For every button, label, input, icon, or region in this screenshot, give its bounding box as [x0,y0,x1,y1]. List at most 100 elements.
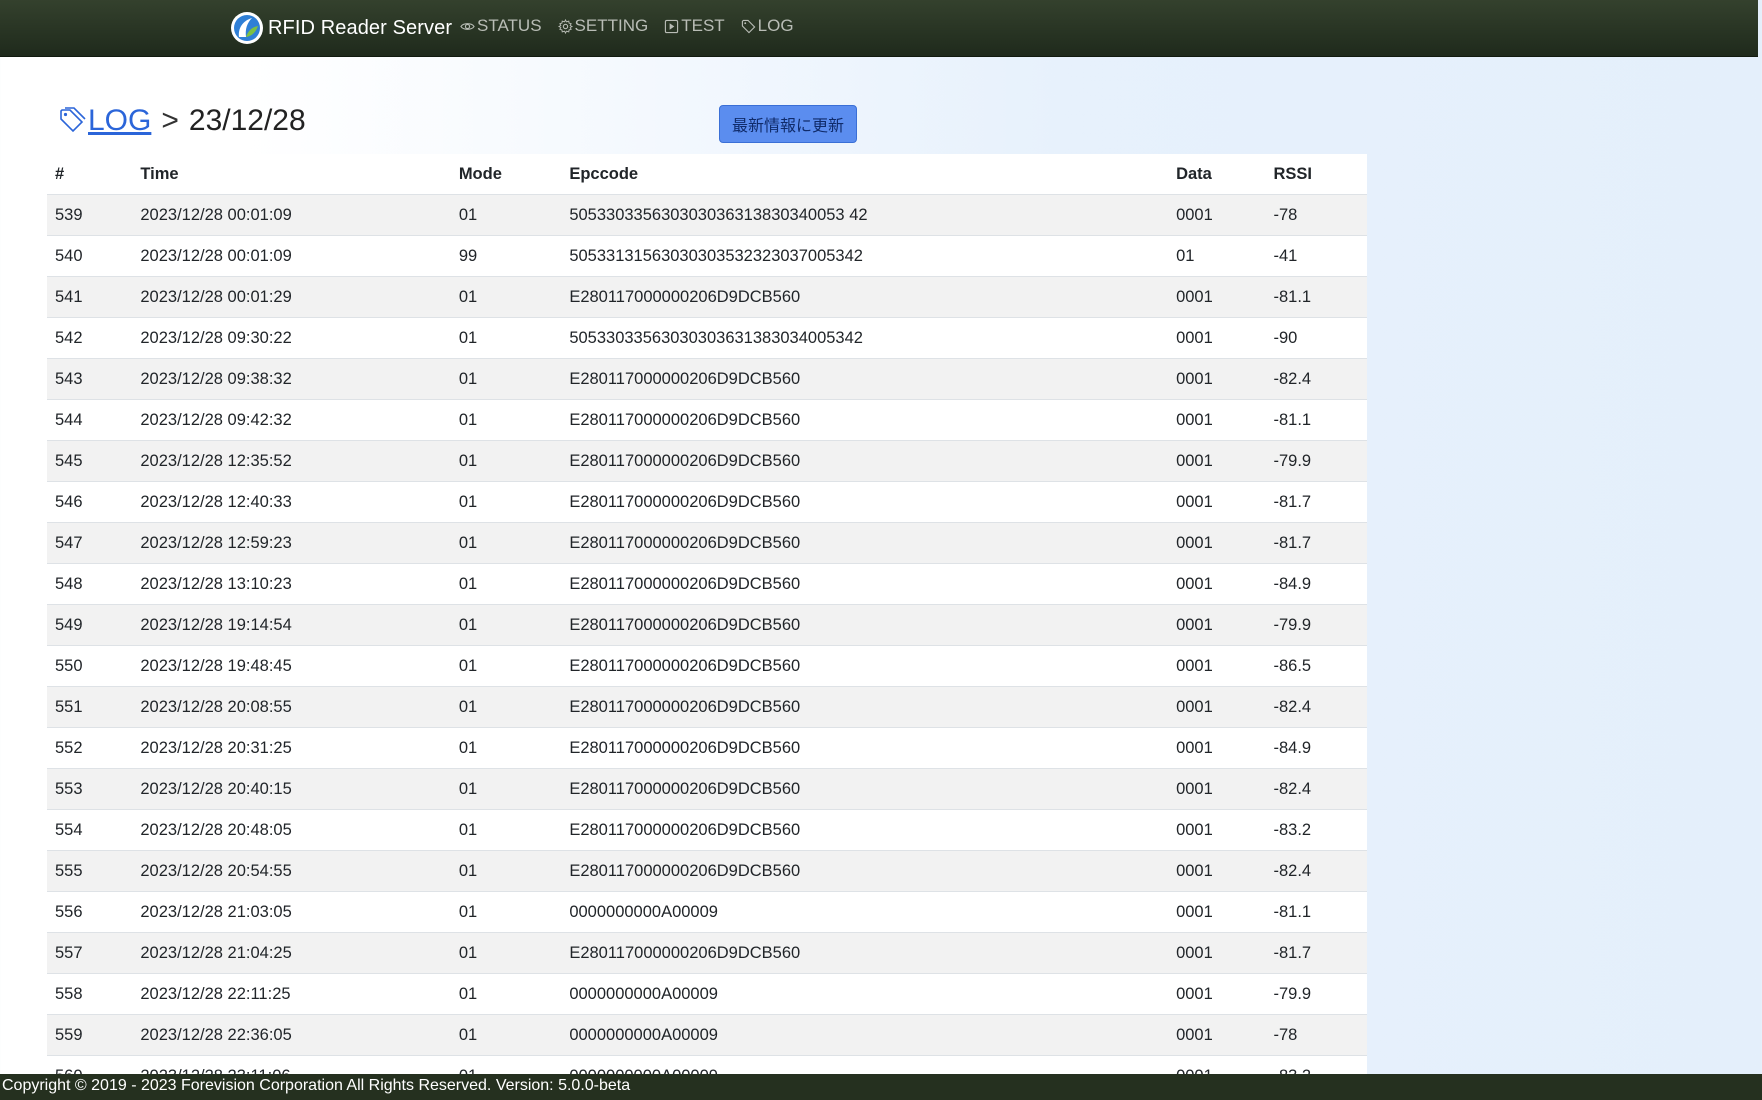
cell-mode: 01 [450,768,562,810]
nav-setting-label: SETTING [574,16,649,35]
cell-mode: 01 [450,604,562,646]
cell-rssi: -79.9 [1265,440,1367,482]
cell-time: 2023/12/28 21:04:25 [132,932,451,974]
cell-mode: 01 [450,440,562,482]
col-header-epccode: Epccode [561,154,1169,195]
cell-rssi: -83.2 [1265,809,1367,851]
cell-data: 01 [1168,235,1266,277]
cell-rssi: -84.9 [1265,727,1367,769]
cell-epccode: E280117000000206D9DCB560 [561,522,1169,564]
nav-test-label: TEST [681,16,725,35]
cell-epccode: E280117000000206D9DCB560 [561,563,1169,605]
table-row: 553 2023/12/28 20:40:15 01 E280117000000206… [47,768,1367,810]
cell-data: 0001 [1168,481,1266,523]
cell-mode: 01 [450,809,562,851]
nav-status-label: STATUS [477,16,542,35]
nav-log[interactable]: LOG [741,16,794,36]
cell-epccode: E280117000000206D9DCB560 [561,604,1169,646]
cell-epccode: 0000000000A00009 [561,973,1169,1015]
table-header-row: # Time Mode Epccode Data RSSI [47,154,1367,195]
cell-epccode: E280117000000206D9DCB560 [561,686,1169,728]
cell-rssi: -78 [1265,1014,1367,1056]
cell-time: 2023/12/28 20:40:15 [132,768,451,810]
table-row: 552 2023/12/28 20:31:25 01 E280117000000206… [47,727,1367,769]
cell-data: 0001 [1168,645,1266,687]
nav-setting[interactable]: SETTING [557,16,649,36]
cell-time: 2023/12/28 22:11:25 [132,973,451,1015]
brand-logo-icon [231,12,263,44]
cell-mode: 01 [450,727,562,769]
cell-mode: 01 [450,891,562,933]
table-row: 556 2023/12/28 21:03:05 01 0000000000A00009… [47,891,1367,933]
table-row: 541 2023/12/28 00:01:29 01 E280117000000206… [47,276,1367,318]
brand[interactable]: RFID Reader Server [230,11,452,45]
cell-mode: 01 [450,686,562,728]
cell-mode: 99 [450,235,562,277]
cell-data: 0001 [1168,809,1266,851]
table-row: 557 2023/12/28 21:04:25 01 E280117000000206… [47,932,1367,974]
cell-rssi: -78 [1265,194,1367,236]
cell-epccode: E280117000000206D9DCB560 [561,358,1169,400]
table-row: 550 2023/12/28 19:48:45 01 E280117000000206… [47,645,1367,687]
table-row: 543 2023/12/28 09:38:32 01 E280117000000206… [47,358,1367,400]
cell-time: 2023/12/28 20:08:55 [132,686,451,728]
cell-time: 2023/12/28 00:01:09 [132,235,451,277]
breadcrumb-log-link[interactable]: LOG [88,104,151,138]
nav-status[interactable]: STATUS [460,16,542,36]
cell-number: 552 [47,727,133,769]
cell-epccode: E280117000000206D9DCB560 [561,399,1169,441]
cell-data: 0001 [1168,1014,1266,1056]
table-row: 547 2023/12/28 12:59:23 01 E280117000000206… [47,522,1367,564]
cell-mode: 01 [450,973,562,1015]
col-header-mode: Mode [450,154,562,195]
cell-mode: 01 [450,317,562,359]
cell-time: 2023/12/28 13:10:23 [132,563,451,605]
cell-time: 2023/12/28 20:48:05 [132,809,451,851]
cell-time: 2023/12/28 09:30:22 [132,317,451,359]
cell-number: 558 [47,973,133,1015]
play-icon [665,19,679,33]
cell-rssi: -41 [1265,235,1367,277]
cell-mode: 01 [450,358,562,400]
cell-time: 2023/12/28 00:01:29 [132,276,451,318]
cell-rssi: -82.4 [1265,768,1367,810]
cell-data: 0001 [1168,358,1266,400]
cell-number: 557 [47,932,133,974]
table-row: 555 2023/12/28 20:54:55 01 E280117000000206… [47,850,1367,892]
cell-epccode: E280117000000206D9DCB560 [561,932,1169,974]
cell-data: 0001 [1168,604,1266,646]
log-table-body: 539 2023/12/28 00:01:09 01 5053303356303030… [47,194,1367,1097]
brand-name: RFID Reader Server [268,16,453,39]
cell-rssi: -81.7 [1265,522,1367,564]
cell-number: 540 [47,235,133,277]
table-row: 542 2023/12/28 09:30:22 01 5053303356303030… [47,317,1367,359]
cell-number: 559 [47,1014,133,1056]
cell-time: 2023/12/28 12:40:33 [132,481,451,523]
cell-number: 542 [47,317,133,359]
cell-rssi: -81.7 [1265,932,1367,974]
cell-data: 0001 [1168,194,1266,236]
refresh-button[interactable]: 最新情報に更新 [719,105,857,143]
cell-number: 551 [47,686,133,728]
cell-rssi: -81.1 [1265,891,1367,933]
footer-copyright: Copyright © 2019 - 2023 Forevision Corpo… [2,1077,631,1094]
cell-data: 0001 [1168,768,1266,810]
cell-mode: 01 [450,399,562,441]
cell-number: 545 [47,440,133,482]
cell-number: 547 [47,522,133,564]
nav-test[interactable]: TEST [664,16,725,36]
breadcrumb-current-date: 23/12/28 [188,104,306,137]
cell-time: 2023/12/28 09:38:32 [132,358,451,400]
table-row: 558 2023/12/28 22:11:25 01 0000000000A00009… [47,973,1367,1015]
table-row: 551 2023/12/28 20:08:55 01 E280117000000206… [47,686,1367,728]
cell-mode: 01 [450,276,562,318]
cell-mode: 01 [450,645,562,687]
cell-time: 2023/12/28 22:36:05 [132,1014,451,1056]
breadcrumb: LOG > 23/12/28 [58,104,306,138]
cell-time: 2023/12/28 20:54:55 [132,850,451,892]
cell-rssi: -86.5 [1265,645,1367,687]
cell-rssi: -82.4 [1265,850,1367,892]
cell-rssi: -81.7 [1265,481,1367,523]
cell-mode: 01 [450,850,562,892]
top-navbar: RFID Reader Server STATUS SETTING TEST L… [0,0,1758,57]
